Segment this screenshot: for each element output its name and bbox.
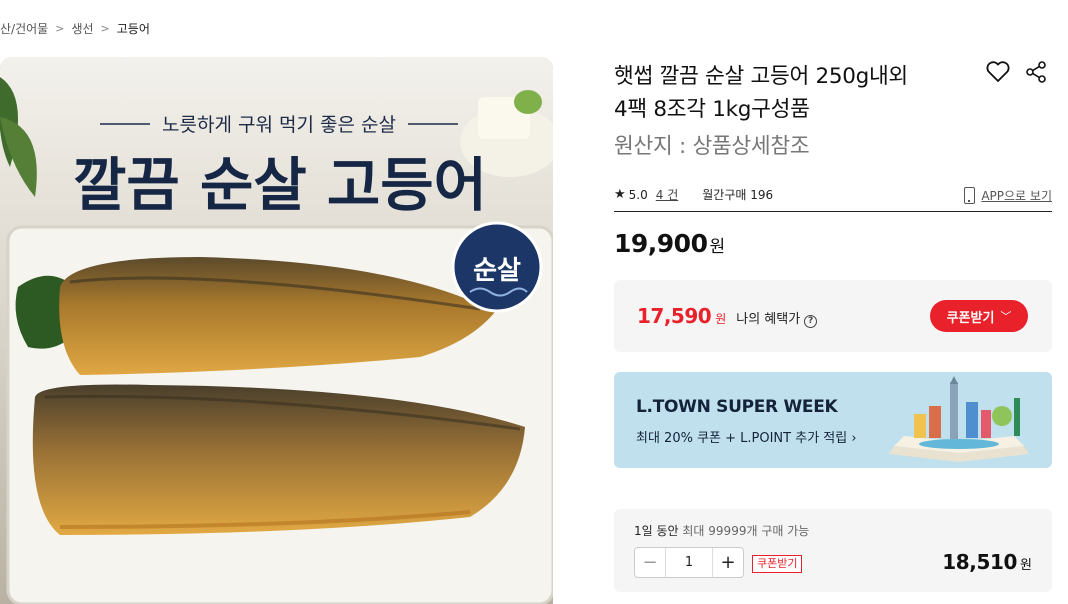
banner-subtitle: 최대 20% 쿠폰 + L.POINT 추가 적립 ›	[636, 431, 857, 446]
rating-row: ★ 5.0 4 건 월간구매 196 APP으로 보기	[614, 178, 1052, 212]
quantity-decrease-button[interactable]: −	[635, 548, 665, 577]
benefit-unit: 원	[715, 312, 727, 326]
product-image[interactable]: 노릇하게 구워 먹기 좋은 순살 깔끔 순살 고등어 순살	[0, 57, 553, 604]
sale-price-unit: 원	[709, 237, 725, 257]
coupon-download-button[interactable]: 쿠폰받기 ﹀	[930, 300, 1028, 332]
purchase-limit-period: 1일 동안	[634, 524, 679, 538]
rating-score: 5.0	[628, 187, 648, 202]
product-title-line1: 햇썹 깔끔 순살 고등어 250g내외	[614, 64, 908, 89]
benefit-box: 17,590 원 나의 혜택가 ? 쿠폰받기 ﹀	[614, 280, 1052, 352]
star-icon: ★	[614, 187, 626, 202]
review-count-link[interactable]: 4 건	[656, 186, 679, 203]
promo-banner[interactable]: L.TOWN SUPER WEEK 최대 20% 쿠폰 + L.POINT 추가…	[614, 372, 1052, 468]
quantity-increase-button[interactable]: +	[713, 548, 743, 577]
sale-price: 19,900 원	[614, 229, 725, 258]
heart-icon	[986, 61, 1010, 82]
image-subtitle: 노릇하게 구워 먹기 좋은 순살	[162, 114, 396, 136]
benefit-price: 17,590 원 나의 혜택가 ?	[637, 304, 818, 328]
product-photo: 노릇하게 구워 먹기 좋은 순살 깔끔 순살 고등어 순살	[0, 57, 553, 604]
breadcrumb-separator-icon: >	[55, 21, 65, 35]
benefit-label: 나의 혜택가	[736, 312, 801, 327]
phone-icon	[964, 186, 976, 204]
monthly-sales: 월간구매 196	[702, 188, 774, 202]
breadcrumb-item[interactable]: 산/건어물	[0, 20, 48, 37]
image-badge: 순살	[473, 256, 521, 286]
breadcrumb-separator-icon: >	[100, 21, 110, 35]
purchase-limit: 1일 동안 최대 99999개 구매 가능	[634, 522, 809, 539]
product-title: 햇썹 깔끔 순살 고등어 250g내외 4팩 8조각 1kg구성품	[614, 60, 984, 126]
image-headline: 깔끔 순살 고등어	[73, 151, 487, 219]
total-price: 18,510 원	[942, 550, 1032, 574]
wishlist-button[interactable]	[985, 60, 1013, 86]
benefit-amount: 17,590	[637, 304, 712, 328]
share-icon	[1026, 61, 1046, 83]
total-price-amount: 18,510	[942, 550, 1018, 574]
coupon-download-label: 쿠폰받기	[946, 310, 995, 326]
app-view-link[interactable]: APP으로 보기	[964, 178, 1052, 212]
order-box: 1일 동안 최대 99999개 구매 가능 − 1 + 쿠폰받기 18,510 …	[614, 509, 1052, 592]
purchase-limit-text: 최대 99999개 구매 가능	[678, 524, 810, 538]
help-icon[interactable]: ?	[804, 315, 818, 328]
breadcrumb-item[interactable]: 생선	[71, 20, 93, 37]
sale-price-amount: 19,900	[614, 229, 708, 258]
share-button[interactable]	[1024, 60, 1050, 86]
city-book-illustration	[889, 376, 1029, 462]
breadcrumb: 산/건어물 > 생선 > 고등어	[0, 19, 150, 37]
coupon-tag-button[interactable]: 쿠폰받기	[752, 555, 803, 573]
quantity-input[interactable]: 1	[665, 548, 713, 577]
chevron-down-icon: ﹀	[1000, 310, 1012, 323]
total-price-unit: 원	[1020, 558, 1032, 573]
product-origin: 원산지 : 상품상세참조	[614, 134, 810, 159]
banner-title: L.TOWN SUPER WEEK	[636, 397, 838, 417]
product-title-line2: 4팩 8조각 1kg구성품	[614, 97, 810, 122]
app-view-label: APP으로 보기	[981, 188, 1052, 203]
breadcrumb-item[interactable]: 고등어	[117, 20, 150, 37]
quantity-stepper: − 1 +	[634, 547, 744, 578]
